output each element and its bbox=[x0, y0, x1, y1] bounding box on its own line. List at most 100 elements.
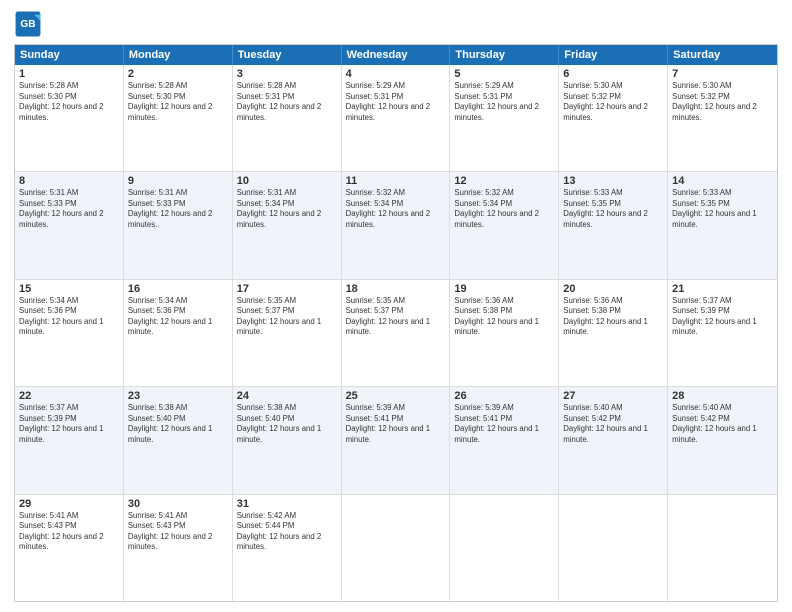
calendar-header: SundayMondayTuesdayWednesdayThursdayFrid… bbox=[15, 45, 777, 65]
calendar-cell: 7 Sunrise: 5:30 AM Sunset: 5:32 PM Dayli… bbox=[668, 65, 777, 171]
day-detail: Sunrise: 5:28 AM Sunset: 5:31 PM Dayligh… bbox=[237, 81, 337, 123]
calendar-cell: 15 Sunrise: 5:34 AM Sunset: 5:36 PM Dayl… bbox=[15, 280, 124, 386]
day-detail: Sunrise: 5:37 AM Sunset: 5:39 PM Dayligh… bbox=[19, 403, 119, 445]
day-number: 11 bbox=[346, 175, 446, 187]
day-number: 28 bbox=[672, 390, 773, 402]
day-number: 13 bbox=[563, 175, 663, 187]
day-detail: Sunrise: 5:35 AM Sunset: 5:37 PM Dayligh… bbox=[237, 296, 337, 338]
day-number: 9 bbox=[128, 175, 228, 187]
calendar-row-4: 22 Sunrise: 5:37 AM Sunset: 5:39 PM Dayl… bbox=[15, 387, 777, 494]
day-number: 1 bbox=[19, 68, 119, 80]
day-detail: Sunrise: 5:36 AM Sunset: 5:38 PM Dayligh… bbox=[563, 296, 663, 338]
day-number: 18 bbox=[346, 283, 446, 295]
day-number: 15 bbox=[19, 283, 119, 295]
header-day-friday: Friday bbox=[559, 45, 668, 65]
day-number: 21 bbox=[672, 283, 773, 295]
day-detail: Sunrise: 5:41 AM Sunset: 5:43 PM Dayligh… bbox=[128, 511, 228, 553]
calendar-cell bbox=[668, 495, 777, 601]
header-day-sunday: Sunday bbox=[15, 45, 124, 65]
calendar-cell: 11 Sunrise: 5:32 AM Sunset: 5:34 PM Dayl… bbox=[342, 172, 451, 278]
day-number: 26 bbox=[454, 390, 554, 402]
calendar-cell: 12 Sunrise: 5:32 AM Sunset: 5:34 PM Dayl… bbox=[450, 172, 559, 278]
calendar-cell: 27 Sunrise: 5:40 AM Sunset: 5:42 PM Dayl… bbox=[559, 387, 668, 493]
day-number: 7 bbox=[672, 68, 773, 80]
day-number: 25 bbox=[346, 390, 446, 402]
header-day-wednesday: Wednesday bbox=[342, 45, 451, 65]
day-number: 8 bbox=[19, 175, 119, 187]
calendar-cell: 14 Sunrise: 5:33 AM Sunset: 5:35 PM Dayl… bbox=[668, 172, 777, 278]
calendar-cell bbox=[559, 495, 668, 601]
header-day-thursday: Thursday bbox=[450, 45, 559, 65]
calendar-row-3: 15 Sunrise: 5:34 AM Sunset: 5:36 PM Dayl… bbox=[15, 280, 777, 387]
calendar-cell: 21 Sunrise: 5:37 AM Sunset: 5:39 PM Dayl… bbox=[668, 280, 777, 386]
calendar-cell: 19 Sunrise: 5:36 AM Sunset: 5:38 PM Dayl… bbox=[450, 280, 559, 386]
day-number: 4 bbox=[346, 68, 446, 80]
day-detail: Sunrise: 5:35 AM Sunset: 5:37 PM Dayligh… bbox=[346, 296, 446, 338]
day-number: 27 bbox=[563, 390, 663, 402]
day-number: 30 bbox=[128, 498, 228, 510]
header-day-monday: Monday bbox=[124, 45, 233, 65]
day-detail: Sunrise: 5:32 AM Sunset: 5:34 PM Dayligh… bbox=[454, 188, 554, 230]
day-detail: Sunrise: 5:40 AM Sunset: 5:42 PM Dayligh… bbox=[672, 403, 773, 445]
day-detail: Sunrise: 5:34 AM Sunset: 5:36 PM Dayligh… bbox=[128, 296, 228, 338]
day-detail: Sunrise: 5:28 AM Sunset: 5:30 PM Dayligh… bbox=[19, 81, 119, 123]
day-number: 23 bbox=[128, 390, 228, 402]
calendar-cell: 20 Sunrise: 5:36 AM Sunset: 5:38 PM Dayl… bbox=[559, 280, 668, 386]
calendar-cell: 2 Sunrise: 5:28 AM Sunset: 5:30 PM Dayli… bbox=[124, 65, 233, 171]
calendar-cell: 9 Sunrise: 5:31 AM Sunset: 5:33 PM Dayli… bbox=[124, 172, 233, 278]
day-number: 10 bbox=[237, 175, 337, 187]
calendar-cell: 3 Sunrise: 5:28 AM Sunset: 5:31 PM Dayli… bbox=[233, 65, 342, 171]
day-detail: Sunrise: 5:29 AM Sunset: 5:31 PM Dayligh… bbox=[454, 81, 554, 123]
calendar-cell: 4 Sunrise: 5:29 AM Sunset: 5:31 PM Dayli… bbox=[342, 65, 451, 171]
calendar: SundayMondayTuesdayWednesdayThursdayFrid… bbox=[14, 44, 778, 602]
day-number: 5 bbox=[454, 68, 554, 80]
day-detail: Sunrise: 5:31 AM Sunset: 5:33 PM Dayligh… bbox=[19, 188, 119, 230]
calendar-cell bbox=[450, 495, 559, 601]
calendar-cell: 28 Sunrise: 5:40 AM Sunset: 5:42 PM Dayl… bbox=[668, 387, 777, 493]
calendar-cell: 8 Sunrise: 5:31 AM Sunset: 5:33 PM Dayli… bbox=[15, 172, 124, 278]
day-detail: Sunrise: 5:33 AM Sunset: 5:35 PM Dayligh… bbox=[563, 188, 663, 230]
day-detail: Sunrise: 5:39 AM Sunset: 5:41 PM Dayligh… bbox=[454, 403, 554, 445]
calendar-cell: 6 Sunrise: 5:30 AM Sunset: 5:32 PM Dayli… bbox=[559, 65, 668, 171]
calendar-cell: 31 Sunrise: 5:42 AM Sunset: 5:44 PM Dayl… bbox=[233, 495, 342, 601]
day-detail: Sunrise: 5:30 AM Sunset: 5:32 PM Dayligh… bbox=[672, 81, 773, 123]
logo: GB bbox=[14, 10, 46, 38]
day-number: 14 bbox=[672, 175, 773, 187]
header-day-saturday: Saturday bbox=[668, 45, 777, 65]
calendar-cell: 29 Sunrise: 5:41 AM Sunset: 5:43 PM Dayl… bbox=[15, 495, 124, 601]
calendar-cell: 23 Sunrise: 5:38 AM Sunset: 5:40 PM Dayl… bbox=[124, 387, 233, 493]
day-number: 19 bbox=[454, 283, 554, 295]
day-number: 2 bbox=[128, 68, 228, 80]
calendar-cell: 16 Sunrise: 5:34 AM Sunset: 5:36 PM Dayl… bbox=[124, 280, 233, 386]
calendar-cell bbox=[342, 495, 451, 601]
calendar-cell: 26 Sunrise: 5:39 AM Sunset: 5:41 PM Dayl… bbox=[450, 387, 559, 493]
calendar-cell: 17 Sunrise: 5:35 AM Sunset: 5:37 PM Dayl… bbox=[233, 280, 342, 386]
day-detail: Sunrise: 5:42 AM Sunset: 5:44 PM Dayligh… bbox=[237, 511, 337, 553]
day-detail: Sunrise: 5:29 AM Sunset: 5:31 PM Dayligh… bbox=[346, 81, 446, 123]
logo-icon: GB bbox=[14, 10, 42, 38]
day-detail: Sunrise: 5:40 AM Sunset: 5:42 PM Dayligh… bbox=[563, 403, 663, 445]
day-number: 29 bbox=[19, 498, 119, 510]
day-number: 16 bbox=[128, 283, 228, 295]
svg-text:GB: GB bbox=[20, 19, 35, 30]
calendar-row-5: 29 Sunrise: 5:41 AM Sunset: 5:43 PM Dayl… bbox=[15, 495, 777, 601]
day-detail: Sunrise: 5:33 AM Sunset: 5:35 PM Dayligh… bbox=[672, 188, 773, 230]
day-number: 3 bbox=[237, 68, 337, 80]
day-number: 12 bbox=[454, 175, 554, 187]
day-detail: Sunrise: 5:31 AM Sunset: 5:34 PM Dayligh… bbox=[237, 188, 337, 230]
calendar-cell: 1 Sunrise: 5:28 AM Sunset: 5:30 PM Dayli… bbox=[15, 65, 124, 171]
day-detail: Sunrise: 5:34 AM Sunset: 5:36 PM Dayligh… bbox=[19, 296, 119, 338]
page: GB SundayMondayTuesdayWednesdayThursdayF… bbox=[0, 0, 792, 612]
day-detail: Sunrise: 5:32 AM Sunset: 5:34 PM Dayligh… bbox=[346, 188, 446, 230]
calendar-cell: 18 Sunrise: 5:35 AM Sunset: 5:37 PM Dayl… bbox=[342, 280, 451, 386]
calendar-cell: 24 Sunrise: 5:38 AM Sunset: 5:40 PM Dayl… bbox=[233, 387, 342, 493]
calendar-row-2: 8 Sunrise: 5:31 AM Sunset: 5:33 PM Dayli… bbox=[15, 172, 777, 279]
day-number: 22 bbox=[19, 390, 119, 402]
day-number: 6 bbox=[563, 68, 663, 80]
header-day-tuesday: Tuesday bbox=[233, 45, 342, 65]
day-number: 20 bbox=[563, 283, 663, 295]
day-number: 31 bbox=[237, 498, 337, 510]
calendar-cell: 22 Sunrise: 5:37 AM Sunset: 5:39 PM Dayl… bbox=[15, 387, 124, 493]
day-number: 24 bbox=[237, 390, 337, 402]
header: GB bbox=[14, 10, 778, 38]
